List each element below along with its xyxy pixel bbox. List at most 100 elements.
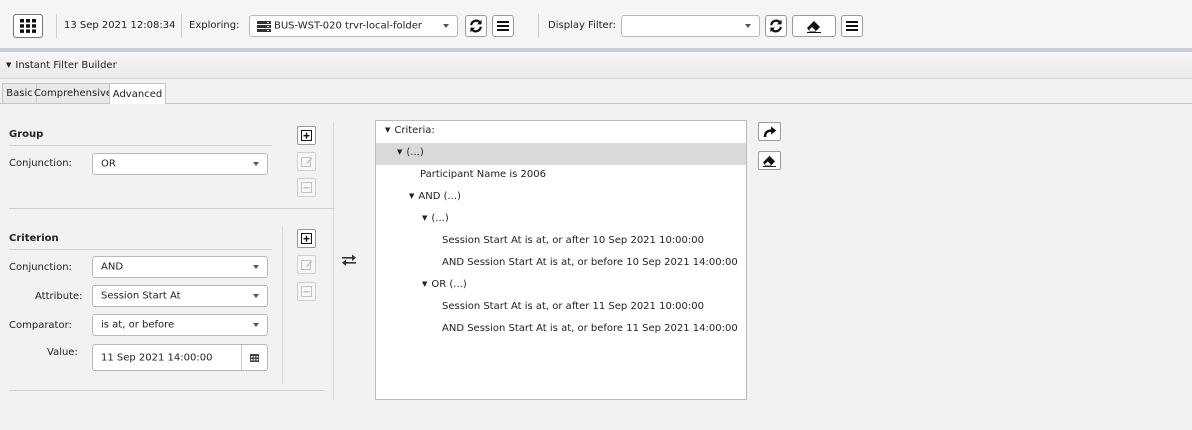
display-menu-button[interactable] [841,15,863,37]
apps-grid-icon [20,19,36,33]
tree-node[interactable]: AND Session Start At is at, or before 11… [376,319,746,341]
criterion-conjunction-value: AND [101,261,124,273]
expand-icon: ▼ [397,148,403,156]
tab-bar: Basic Comprehensive Advanced [0,79,1192,104]
remove-criterion-button[interactable] [297,282,316,301]
clear-criteria-button[interactable] [758,151,781,170]
remove-icon [301,182,312,193]
menu-icon [497,21,509,31]
instant-filter-builder-header[interactable]: ▼ Instant Filter Builder [0,52,1192,79]
chevron-down-icon [745,24,751,28]
comparator-select[interactable]: is at, or before [92,314,268,336]
tree-node[interactable]: ▼ AND (...) [376,187,746,209]
chevron-down-icon [253,294,259,298]
edit-icon [300,156,312,167]
attribute-value: Session Start At [101,290,181,302]
chevron-down-icon [253,265,259,269]
server-icon [257,21,271,32]
swap-icon [342,254,356,266]
refresh-icon [470,19,482,33]
add-icon [301,130,312,141]
refresh-icon [770,19,782,33]
edit-criterion-button[interactable] [297,255,316,274]
chevron-down-icon [253,323,259,327]
menu-icon [846,21,858,31]
edit-group-button[interactable] [297,152,316,171]
expand-icon: ▼ [385,126,391,134]
add-criterion-button[interactable] [297,229,316,248]
value-text: 11 Sep 2021 14:00:00 [101,352,213,363]
eraser-icon [763,155,776,167]
group-conjunction-value: OR [101,158,116,170]
remove-icon [301,286,312,297]
tree-node-label: Participant Name is 2006 [420,169,547,180]
criterion-heading-rule [9,249,272,250]
exploring-label: Exploring: [189,20,240,31]
expand-icon: ▼ [422,280,428,288]
tab-advanced[interactable]: Advanced [109,83,166,104]
chevron-down-icon [443,24,449,28]
exploring-value: BUS-WST-020 trvr-local-folder [274,20,422,32]
tree-node-label: AND (...) [418,191,461,202]
tree-node-label: Session Start At is at, or after 11 Sep … [442,301,704,312]
calendar-button[interactable] [241,345,267,370]
toolbar-divider [538,14,539,38]
tree-node-label: Session Start At is at, or after 10 Sep … [442,235,704,246]
tree-node[interactable]: ▼ (...) [376,209,746,231]
tree-node[interactable]: ▼ OR (...) [376,275,746,297]
tab-basic[interactable]: Basic [2,83,37,103]
tree-node[interactable]: Session Start At is at, or after 11 Sep … [376,297,746,319]
display-refresh-button[interactable] [765,15,787,37]
comparator-value: is at, or before [101,319,175,331]
group-conjunction-select[interactable]: OR [92,153,268,175]
tab-label: Basic [6,88,33,99]
tree-root-label: Criteria: [394,125,435,136]
collapse-icon: ▼ [6,61,12,69]
clear-filter-button[interactable] [792,15,836,37]
criterion-conjunction-label: Conjunction: [9,262,72,273]
toolbar-divider [56,14,57,38]
display-filter-select[interactable] [621,15,760,37]
exploring-select[interactable]: BUS-WST-020 trvr-local-folder [249,15,458,37]
top-toolbar: 13 Sep 2021 12:08:34 Exploring: BUS-WST-… [0,0,1192,52]
criterion-conjunction-select[interactable]: AND [92,256,268,278]
tree-node[interactable]: Session Start At is at, or after 10 Sep … [376,231,746,253]
display-filter-label: Display Filter: [548,20,616,31]
value-label: Value: [47,347,78,358]
apps-button[interactable] [13,14,43,38]
tab-comprehensive[interactable]: Comprehensive [33,83,113,103]
add-icon [301,233,312,244]
panel-divider [9,208,335,209]
apply-filter-button[interactable] [758,122,781,141]
group-heading-rule [9,145,272,146]
toolbar-divider [181,14,182,38]
calendar-icon [250,353,259,362]
group-conjunction-label: Conjunction: [9,158,72,169]
tree-root[interactable]: ▼ Criteria: [376,121,746,143]
tree-node-label: OR (...) [431,279,467,290]
criteria-tree[interactable]: ▼ Criteria: ▼ (...) Participant Name is 20… [375,120,747,400]
tree-node-selected[interactable]: ▼ (...) [376,143,746,165]
tree-node[interactable]: AND Session Start At is at, or before 10… [376,253,746,275]
add-group-button[interactable] [297,126,316,145]
menu-button[interactable] [492,15,514,37]
remove-group-button[interactable] [297,178,316,197]
expand-icon: ▼ [422,214,428,222]
group-heading: Group [9,129,44,140]
attribute-select[interactable]: Session Start At [92,285,268,307]
swap-button[interactable] [340,252,358,268]
refresh-button[interactable] [465,15,487,37]
tree-node-label: (...) [431,213,449,224]
panel-divider [9,390,325,391]
timestamp: 13 Sep 2021 12:08:34 [64,20,176,31]
tree-node-label: AND Session Start At is at, or before 11… [442,323,738,334]
panel-vertical-divider [333,122,334,400]
tree-node[interactable]: Participant Name is 2006 [376,165,746,187]
attribute-label: Attribute: [35,291,83,302]
tree-node-label: AND Session Start At is at, or before 10… [442,257,738,268]
edit-icon [300,259,312,270]
value-datetime-field[interactable]: 11 Sep 2021 14:00:00 [92,344,268,371]
comparator-label: Comparator: [9,320,72,331]
tab-label: Comprehensive [33,88,113,99]
eraser-icon [807,21,821,33]
